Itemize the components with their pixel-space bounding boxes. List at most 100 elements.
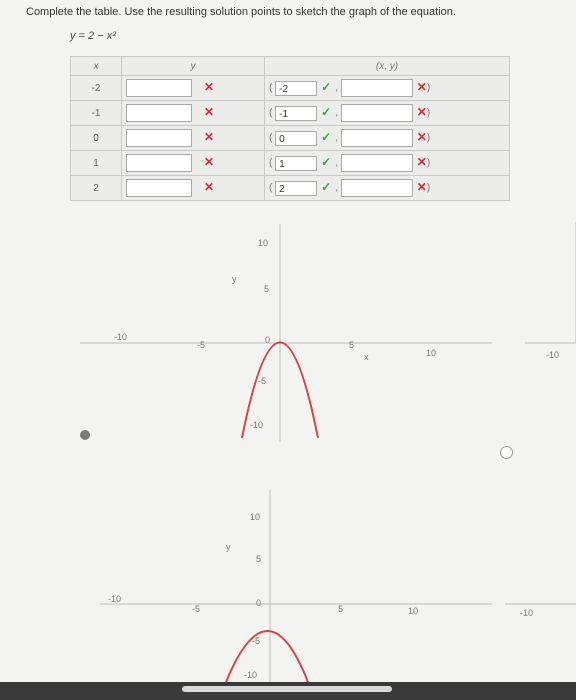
point-y-input[interactable] (340, 129, 413, 147)
graph-option-1[interactable]: y x 10 5 -5 -10 -10 -5 5 10 0 -10 (0, 222, 576, 452)
x-value: -1 (70, 100, 122, 126)
graph1-x-axis-label: x (364, 352, 369, 362)
table-row: -1 ✕( -1 ✓, ✕) (70, 100, 510, 126)
graph2-parabola (225, 630, 309, 682)
correct-icon: ✓ (321, 79, 332, 94)
correct-icon: ✓ (321, 104, 332, 119)
table-row: 1 ✕( 1 ✓, ✕) (70, 150, 510, 176)
incorrect-icon: ✕ (416, 179, 427, 194)
table-row: 0 ✕ ( 0 ✓, ✕) (70, 125, 510, 151)
x-value: 2 (70, 175, 122, 201)
graph2-axes (100, 490, 576, 682)
y-input[interactable] (126, 104, 192, 122)
point-y-input[interactable] (340, 104, 413, 122)
graph2-tick-y5: 5 (256, 554, 261, 564)
point-cell: ( -2 ✓, ✕) (264, 75, 510, 101)
graph2-origin: 0 (256, 598, 261, 608)
point-x-input[interactable]: 2 (275, 180, 318, 196)
open-paren: ( (269, 132, 273, 144)
y-input[interactable] (126, 154, 192, 172)
graph1-y-axis-label: y (232, 274, 237, 284)
close-paren: ) (426, 157, 431, 169)
x-value: 0 (70, 125, 122, 151)
x-value: -2 (70, 75, 122, 101)
graph1-axes (80, 222, 576, 442)
graph1-tick-x10: 10 (426, 348, 436, 358)
point-cell: ( -1 ✓, ✕) (264, 100, 510, 126)
point-cell: ( 0 ✓, ✕) (264, 125, 510, 151)
correct-icon: ✓ (321, 154, 332, 169)
instruction-text: Complete the table. Use the resulting so… (26, 6, 456, 18)
header-point: (x, y) (264, 56, 510, 76)
equation-text: y = 2 − x² (70, 30, 116, 42)
graph1-right-tick: -10 (546, 350, 559, 360)
y-input[interactable] (126, 179, 192, 197)
point-x-input[interactable]: 0 (275, 130, 318, 146)
incorrect-icon: ✕ (204, 179, 215, 194)
open-paren: ( (269, 157, 273, 169)
incorrect-icon: ✕ (416, 104, 427, 119)
y-cell: ✕ (121, 175, 265, 201)
graph2-tick-xm5: -5 (192, 604, 200, 614)
graph2-right-tick: -10 (520, 608, 533, 618)
graph2-tick-ym10: -10 (244, 670, 257, 680)
close-paren: ) (426, 82, 431, 94)
graph1-tick-y10: 10 (258, 238, 268, 248)
graph1-origin: 0 (265, 335, 270, 345)
table-row: -2 ✕( -2 ✓, ✕) (70, 75, 510, 101)
y-cell: ✕ (121, 125, 265, 151)
table-header-row: x y (x, y) (70, 56, 510, 76)
solution-table: x y (x, y) -2 ✕( -2 ✓, ✕) -1 ✕( -1 ✓, ✕) 0 ✕( 0… (70, 56, 510, 201)
comma: , (335, 157, 338, 169)
close-paren: ) (426, 107, 431, 119)
open-paren: ( (269, 82, 273, 94)
graph2-tick-xm10: -10 (108, 594, 121, 604)
y-cell: ✕ (121, 75, 265, 101)
graph2-tick-x5: 5 (338, 604, 343, 614)
graph2-y-axis-label: y (226, 542, 231, 552)
graph1-tick-y5: 5 (264, 284, 269, 294)
table-row: 2 ✕( 2 ✓, ✕) (70, 175, 510, 201)
close-paren: ) (426, 132, 431, 144)
comma: , (335, 107, 338, 119)
incorrect-icon: ✕ (204, 79, 215, 94)
y-input[interactable] (126, 129, 192, 147)
graph-option-2[interactable]: y 10 5 -5 -10 -10 -5 5 10 0 -10 (0, 490, 576, 682)
incorrect-icon: ✕ (204, 154, 215, 169)
comma: , (335, 82, 338, 94)
graph-option-2-radio[interactable] (500, 446, 513, 459)
graph2-tick-x10: 10 (408, 606, 418, 616)
graph1-tick-ym5: -5 (258, 376, 266, 386)
open-paren: ( (269, 107, 273, 119)
incorrect-icon: ✕ (204, 129, 215, 144)
point-cell: ( 1 ✓, ✕) (264, 150, 510, 176)
point-x-input[interactable]: -1 (275, 105, 318, 121)
header-x: x (70, 56, 122, 76)
point-x-input[interactable]: 1 (275, 155, 318, 171)
comma: , (335, 182, 338, 194)
point-cell: ( 2 ✓, ✕) (264, 175, 510, 201)
correct-icon: ✓ (321, 129, 332, 144)
correct-icon: ✓ (321, 179, 332, 194)
incorrect-icon: ✕ (416, 154, 427, 169)
graph1-tick-x5: 5 (349, 340, 354, 350)
close-paren: ) (426, 182, 431, 194)
header-y: y (121, 56, 265, 76)
graph2-tick-y10: 10 (250, 512, 260, 522)
y-cell: ✕ (121, 150, 265, 176)
graph1-tick-xm10: -10 (114, 332, 127, 342)
incorrect-icon: ✕ (416, 79, 427, 94)
x-value: 1 (70, 150, 122, 176)
point-y-input[interactable] (340, 79, 413, 97)
graph1-tick-ym10: -10 (250, 420, 263, 430)
graph1-tick-xm5: -5 (197, 340, 205, 350)
point-y-input[interactable] (340, 179, 413, 197)
home-indicator[interactable] (182, 686, 392, 692)
graph-option-1-radio[interactable] (80, 430, 90, 440)
y-cell: ✕ (121, 100, 265, 126)
point-y-input[interactable] (340, 154, 413, 172)
point-x-input[interactable]: -2 (275, 80, 318, 96)
incorrect-icon: ✕ (204, 104, 215, 119)
comma: , (335, 132, 338, 144)
y-input[interactable] (126, 79, 192, 97)
